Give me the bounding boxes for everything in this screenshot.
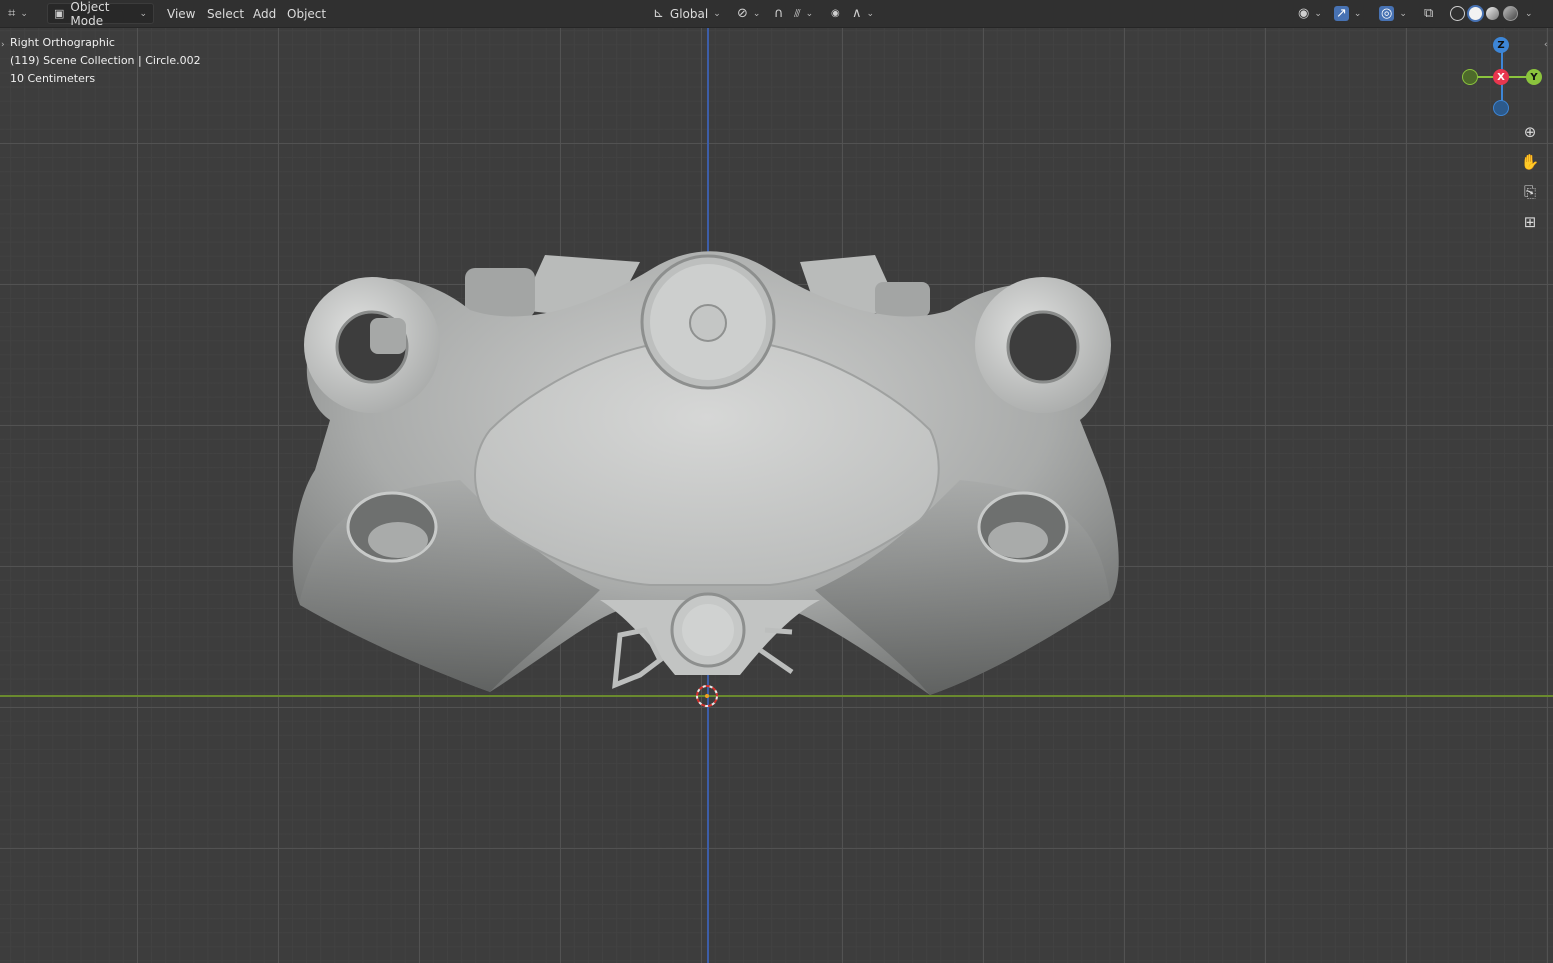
chevron-down-icon: ⌄ [866, 8, 875, 19]
orientation-axes-icon: ⊾ [653, 6, 664, 21]
snap-target-dropdown[interactable]: ⫻ ⌄ [794, 3, 813, 24]
proportional-edit-toggle[interactable]: ◉ [831, 3, 840, 24]
chevron-down-icon: ⌄ [1353, 8, 1362, 19]
camera-icon[interactable]: ⎘ [1518, 180, 1542, 204]
grid-scale-label: 10 Centimeters [10, 72, 96, 85]
chevron-down-icon: ⌄ [805, 8, 814, 19]
shading-modes: ⌄ [1448, 3, 1533, 24]
zoom-icon[interactable]: ⊕ [1518, 120, 1542, 144]
3d-viewport-icon: ⌗ [8, 6, 16, 21]
caliper-piston-housing-right [875, 282, 930, 317]
gizmo-z-axis[interactable]: Z [1493, 37, 1509, 53]
gizmo-y-axis[interactable]: Y [1526, 69, 1542, 85]
pivot-point-dropdown[interactable]: ⊘ ⌄ [737, 3, 760, 24]
menu-view[interactable]: View [162, 3, 200, 24]
visibility-dropdown[interactable]: ◉ ⌄ [1298, 3, 1322, 24]
chevron-down-icon: ⌄ [752, 8, 761, 19]
overlays-toggle[interactable]: ◎ ⌄ [1379, 3, 1407, 24]
gizmo-icon: ↗ [1334, 6, 1349, 21]
grid-icon[interactable]: ⊞ [1518, 210, 1542, 234]
chevron-down-icon: ⌄ [713, 8, 721, 19]
menu-select[interactable]: Select [202, 3, 249, 24]
mode-label: Object Mode [70, 0, 110, 28]
xray-icon: ⧉ [1424, 6, 1434, 21]
editor-type-dropdown[interactable]: ⌗ ⌄ [8, 3, 40, 24]
wireframe-shading-icon[interactable] [1450, 6, 1465, 21]
chevron-down-icon: ⌄ [20, 8, 28, 19]
falloff-dropdown[interactable]: ∧ ⌄ [852, 3, 874, 24]
object-mode-icon: ▣ [54, 7, 65, 20]
rendered-shading-icon[interactable] [1503, 6, 1518, 21]
gizmo-toggle[interactable]: ↗ ⌄ [1334, 3, 1361, 24]
overlays-icon: ◎ [1379, 6, 1395, 21]
brake-caliper-model[interactable] [0, 0, 1553, 963]
3d-cursor[interactable] [696, 685, 718, 707]
proportional-edit-icon: ◉ [831, 8, 840, 19]
magnet-icon: ∩ [774, 6, 784, 21]
pan-hand-icon[interactable]: ✋ [1518, 150, 1542, 174]
gizmo-neg-y-axis[interactable] [1462, 69, 1478, 85]
gizmo-neg-z-axis[interactable] [1493, 100, 1509, 116]
toolbar-expand-icon[interactable]: › [1, 40, 5, 50]
xray-toggle[interactable]: ⧉ [1424, 3, 1433, 24]
chevron-down-icon: ⌄ [1314, 8, 1322, 19]
mounting-hole-right [1006, 310, 1080, 384]
mode-dropdown[interactable]: ▣ Object Mode ⌄ [47, 0, 154, 28]
menu-add[interactable]: Add [248, 3, 281, 24]
caliper-piston-housing-left [465, 268, 535, 318]
snap-increment-icon: ⫻ [794, 6, 801, 20]
3d-viewport[interactable] [0, 0, 1553, 963]
viewport-header: ⌗ ⌄ ▣ Object Mode ⌄ View Select Add Objec… [0, 0, 1553, 28]
chevron-down-icon: ⌄ [139, 8, 147, 19]
navigation-gizmo[interactable]: Z Y X [1460, 36, 1544, 120]
pivot-point-icon: ⊘ [737, 6, 748, 21]
material-preview-icon[interactable] [1486, 7, 1499, 20]
sidebar-expand-icon[interactable]: ‹ [1544, 40, 1548, 50]
snap-toggle[interactable]: ∩ [774, 3, 784, 24]
menu-object[interactable]: Object [282, 3, 331, 24]
eye-icon: ◉ [1298, 6, 1310, 21]
collection-label: (119) Scene Collection | Circle.002 [10, 54, 201, 67]
gizmo-x-axis[interactable]: X [1493, 69, 1509, 85]
falloff-curve-icon: ∧ [852, 6, 862, 21]
chevron-down-icon[interactable]: ⌄ [1525, 9, 1533, 19]
view-name-label: Right Orthographic [10, 36, 115, 49]
transform-orientation-dropdown[interactable]: ⊾ Global ⌄ [653, 3, 729, 24]
chevron-down-icon: ⌄ [1399, 8, 1407, 19]
solid-shading-icon[interactable] [1469, 7, 1482, 20]
